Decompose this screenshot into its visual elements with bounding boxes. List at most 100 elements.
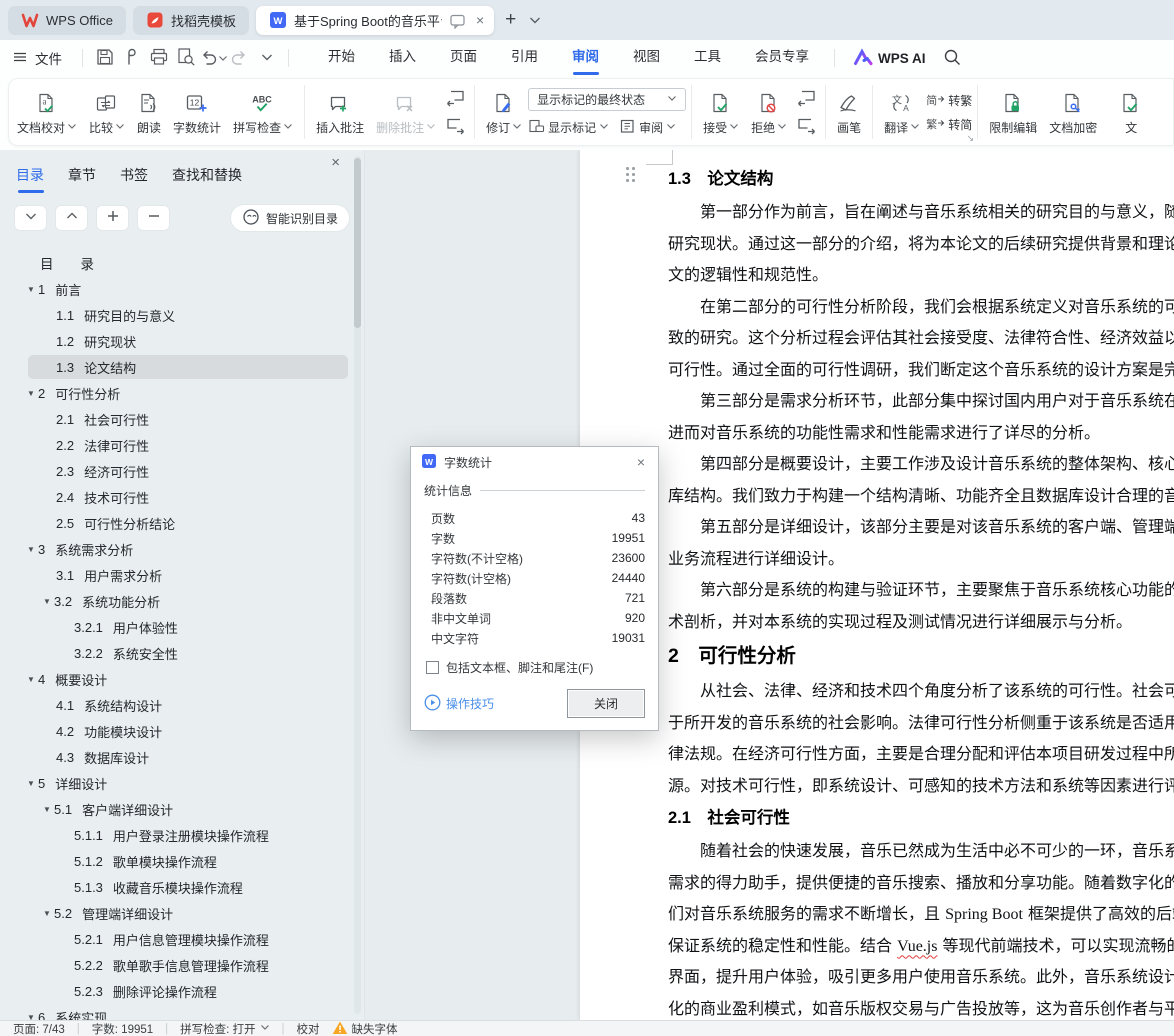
ink-pen-button[interactable]: 画笔 xyxy=(831,82,867,142)
collapse-triangle-icon[interactable]: ▼ xyxy=(40,597,54,606)
dialog-titlebar[interactable]: W 字数统计 × xyxy=(411,447,658,477)
review-pane-button[interactable]: 审阅 xyxy=(619,118,676,137)
spellcheck-button[interactable]: ABC 拼写检查 xyxy=(227,82,299,142)
next-comment-icon[interactable] xyxy=(445,116,466,136)
collapse-triangle-icon[interactable]: ▼ xyxy=(24,545,38,554)
toc-item-3.1[interactable]: 3.1 用户需求分析 xyxy=(0,562,364,588)
toc-item-5.1.1[interactable]: 5.1.1 用户登录注册模块操作流程 xyxy=(0,822,364,848)
toc-item-1.3[interactable]: 1.3 论文结构 xyxy=(0,354,364,380)
collapse-up-button[interactable] xyxy=(55,205,88,231)
delete-comment-button[interactable]: 删除批注 xyxy=(370,82,442,142)
toc-item-2.2[interactable]: 2.2 法律可行性 xyxy=(0,432,364,458)
sidebar-tab-find-replace[interactable]: 查找和替换 xyxy=(172,165,242,185)
collapse-triangle-icon[interactable]: ▼ xyxy=(40,909,54,918)
tips-link[interactable]: 操作技巧 xyxy=(424,694,494,714)
include-footnotes-checkbox[interactable]: 包括文本框、脚注和尾注(F) xyxy=(424,659,645,676)
compare-button[interactable]: 比较 xyxy=(83,82,131,142)
toc-item-5.2.2[interactable]: 5.2.2 歌单歌手信息管理操作流程 xyxy=(0,952,364,978)
sidebar-tab-chapters[interactable]: 章节 xyxy=(68,165,96,185)
toc-item-4[interactable]: ▼ 4 概要设计 xyxy=(0,666,364,692)
collapse-triangle-icon[interactable]: ▼ xyxy=(24,675,38,684)
previous-change-icon[interactable] xyxy=(796,88,817,108)
proofread-button[interactable]: 校对 xyxy=(297,1021,320,1036)
dialog-close-button[interactable]: 关闭 xyxy=(567,689,645,718)
print-preview-button[interactable] xyxy=(172,45,199,71)
restrict-editing-button[interactable]: 限制编辑 xyxy=(983,82,1043,142)
traditional-to-simplified-button[interactable]: 繁 转简 xyxy=(926,116,972,133)
expand-down-button[interactable] xyxy=(14,205,47,231)
menu-tab-review[interactable]: 审阅 xyxy=(555,40,616,76)
collapse-triangle-icon[interactable]: ▼ xyxy=(24,285,38,294)
sidebar-tab-bookmarks[interactable]: 书签 xyxy=(120,165,148,185)
menu-tab-view[interactable]: 视图 xyxy=(616,40,677,76)
sidebar-scrollbar[interactable] xyxy=(354,156,361,1014)
new-tab-button[interactable]: + xyxy=(501,9,520,31)
collapse-triangle-icon[interactable]: ▼ xyxy=(24,389,38,398)
redo-button[interactable] xyxy=(226,45,253,71)
markup-state-select[interactable]: 显示标记的最终状态 xyxy=(528,87,687,111)
toc-item-5.2[interactable]: ▼ 5.2 管理端详细设计 xyxy=(0,900,364,926)
dialog-close-icon[interactable]: × xyxy=(634,454,648,470)
previous-comment-icon[interactable] xyxy=(445,88,466,108)
document-page[interactable]: 1.3 论文结构 第一部分作为前言，旨在阐述与音乐系统相关的研究目的与意义，随后研… xyxy=(580,150,1174,1020)
tab-list-chevron-icon[interactable] xyxy=(527,12,543,28)
toc-item-4.2[interactable]: 4.2 功能模块设计 xyxy=(0,718,364,744)
translate-button[interactable]: 文A 翻译 xyxy=(878,82,926,142)
toc-item-1.1[interactable]: 1.1 研究目的与意义 xyxy=(0,302,364,328)
toc-item-2.4[interactable]: 2.4 技术可行性 xyxy=(0,484,364,510)
paragraph-drag-handle[interactable] xyxy=(626,167,636,183)
sidebar-scrollbar-thumb[interactable] xyxy=(354,158,361,328)
tab-wps-office[interactable]: WPS Office xyxy=(8,5,126,35)
menu-tab-member[interactable]: 会员专享 xyxy=(738,40,826,76)
dialog-launcher-icon[interactable]: ↘ xyxy=(967,134,975,143)
menu-tab-insert[interactable]: 插入 xyxy=(372,40,433,76)
toc-item-5.1.3[interactable]: 5.1.3 收藏音乐模块操作流程 xyxy=(0,874,364,900)
missing-font-warning[interactable]: 缺失字体 xyxy=(332,1020,398,1036)
reject-change-button[interactable]: 拒绝 xyxy=(745,82,793,142)
insert-comment-button[interactable]: 插入批注 xyxy=(310,82,370,142)
toc-item-3.2.2[interactable]: 3.2.2 系统安全性 xyxy=(0,640,364,666)
track-changes-button[interactable]: 修订 xyxy=(480,82,528,142)
menu-tab-page-layout[interactable]: 页面 xyxy=(433,40,494,76)
show-markup-button[interactable]: 显示标记 xyxy=(528,118,609,137)
toc-item-5[interactable]: ▼ 5 详细设计 xyxy=(0,770,364,796)
toc-item-3.2.1[interactable]: 3.2.1 用户体验性 xyxy=(0,614,364,640)
toc-item-2[interactable]: ▼ 2 可行性分析 xyxy=(0,380,364,406)
search-button[interactable] xyxy=(942,47,962,70)
close-document-icon[interactable]: × xyxy=(474,13,486,27)
menu-tab-home[interactable]: 开始 xyxy=(311,40,372,76)
next-change-icon[interactable] xyxy=(796,116,817,136)
toc-item-3[interactable]: ▼ 3 系统需求分析 xyxy=(0,536,364,562)
sidebar-tab-toc[interactable]: 目录 xyxy=(16,165,44,193)
expand-all-button[interactable] xyxy=(96,205,129,231)
toc-item-5.2.3[interactable]: 5.2.3 删除评论操作流程 xyxy=(0,978,364,1004)
word-count-indicator[interactable]: 字数: 19951 xyxy=(92,1021,153,1036)
toc-item-2.3[interactable]: 2.3 经济可行性 xyxy=(0,458,364,484)
toc-item-2.1[interactable]: 2.1 社会可行性 xyxy=(0,406,364,432)
collapse-triangle-icon[interactable]: ▼ xyxy=(24,779,38,788)
spellcheck-toggle[interactable]: 拼写检查: 打开 xyxy=(180,1021,269,1036)
smart-toc-button[interactable]: 智能识别目录 xyxy=(229,204,350,232)
accept-change-button[interactable]: 接受 xyxy=(697,82,745,142)
menu-tab-reference[interactable]: 引用 xyxy=(494,40,555,76)
tab-docer-templates[interactable]: 找稻壳模板 xyxy=(132,5,249,35)
print-button[interactable] xyxy=(145,45,172,71)
wps-ai-button[interactable]: WPS AI xyxy=(853,47,926,70)
word-count-button[interactable]: 12 字数统计 xyxy=(167,82,227,142)
menu-tab-tools[interactable]: 工具 xyxy=(677,40,738,76)
toc-item-2.5[interactable]: 2.5 可行性分析结论 xyxy=(0,510,364,536)
save-button[interactable] xyxy=(91,45,118,71)
toc-item-4.3[interactable]: 4.3 数据库设计 xyxy=(0,744,364,770)
quick-access-chevron-icon[interactable] xyxy=(253,45,280,71)
collapse-all-button[interactable] xyxy=(137,205,170,231)
toc-item-3.2[interactable]: ▼ 3.2 系统功能分析 xyxy=(0,588,364,614)
read-aloud-button[interactable]: 朗读 xyxy=(131,82,167,142)
toc-item-1.2[interactable]: 1.2 研究现状 xyxy=(0,328,364,354)
toc-item-5.1.2[interactable]: 5.1.2 歌单模块操作流程 xyxy=(0,848,364,874)
file-menu[interactable]: 文件 xyxy=(12,48,62,68)
toc-item-5.1[interactable]: ▼ 5.1 客户端详细设计 xyxy=(0,796,364,822)
simplified-to-traditional-button[interactable]: 简 转繁 xyxy=(926,92,972,109)
toc-item-5.2.1[interactable]: 5.2.1 用户信息管理模块操作流程 xyxy=(0,926,364,952)
proofing-button[interactable]: a 文档校对 xyxy=(11,82,83,142)
collapse-triangle-icon[interactable]: ▼ xyxy=(40,805,54,814)
